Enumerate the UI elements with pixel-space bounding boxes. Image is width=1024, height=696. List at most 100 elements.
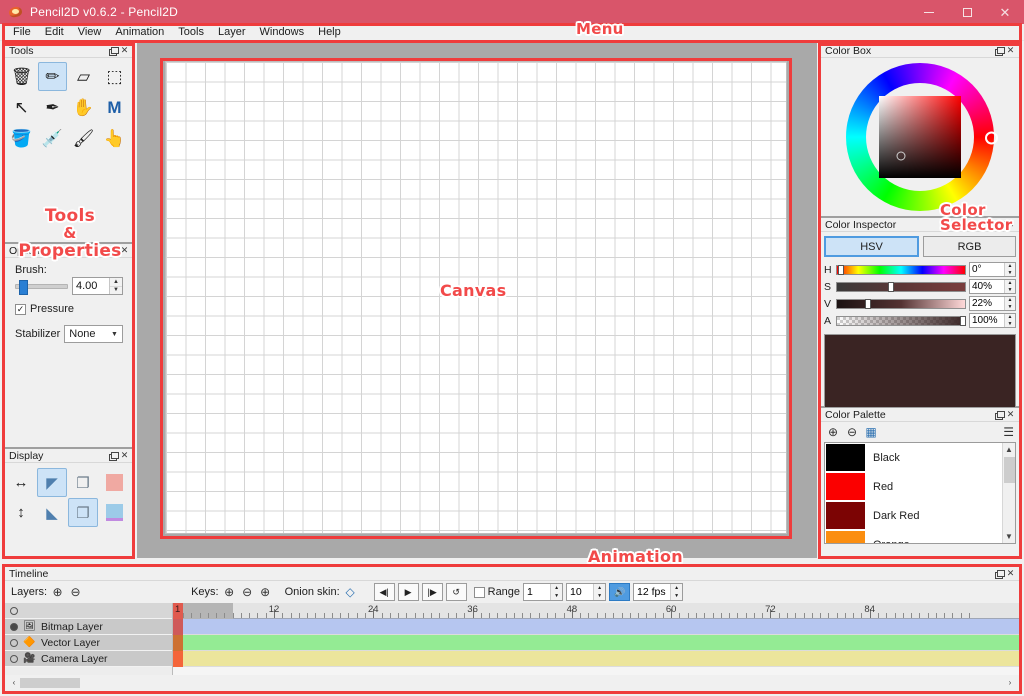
palette-scrollbar[interactable]: ▲ ▼ [1002,443,1015,543]
tab-hsv[interactable]: HSV [824,236,919,257]
tool-hand[interactable]: ✋ [69,93,98,122]
menu-item-tools[interactable]: Tools [171,25,211,39]
tool-bucket[interactable]: 🪣 [7,124,36,153]
value-slider[interactable] [836,298,966,309]
palette-view-icon[interactable]: ▦ [864,425,878,439]
palette-menu-icon[interactable]: ☰ [1003,426,1014,438]
brush-size-up-icon[interactable]: ▲ [110,278,122,287]
display-angle-guide-alt[interactable]: ◣ [37,498,67,527]
menu-item-view[interactable]: View [71,25,109,39]
tool-pencil[interactable]: ✏ [38,62,67,91]
color-palette-list[interactable]: Black Red Dark Red Orange ▲ ▼ [824,442,1016,544]
tool-pen[interactable]: ✒ [38,93,67,122]
value-stepper[interactable]: ▲▼ [969,296,1016,311]
tool-eyedropper[interactable]: 💉 [38,124,67,153]
hue-stepper[interactable]: ▲▼ [969,262,1016,277]
hue-slider[interactable] [836,264,966,275]
tab-rgb[interactable]: RGB [923,236,1016,257]
stabilizer-select[interactable]: None ▼ [64,325,123,343]
palette-swatch-black[interactable] [826,444,865,471]
alpha-down-icon[interactable]: ▼ [1005,321,1015,328]
range-end-up-icon[interactable]: ▲ [594,584,605,592]
display-angle-guide[interactable]: ◤ [37,468,67,497]
layer-row-camera[interactable]: 🎥 Camera Layer [5,651,172,667]
range-end-down-icon[interactable]: ▼ [594,592,605,600]
tool-move[interactable]: ↖ [7,93,36,122]
chevron-down-icon[interactable]: ▼ [107,331,122,338]
scroll-down-icon[interactable]: ▼ [1005,530,1013,543]
canvas-page[interactable] [166,62,786,533]
alpha-slider[interactable] [836,315,966,326]
tools-float-icon[interactable] [107,45,119,56]
layer-row-vector[interactable]: 🔶 Vector Layer [5,635,172,651]
timeline-float-icon[interactable] [993,568,1005,579]
range-start-up-icon[interactable]: ▲ [551,584,562,592]
remove-layer-icon[interactable]: ⊖ [68,585,83,600]
display-float-icon[interactable] [107,450,119,461]
tool-polyline[interactable]: M [100,93,129,122]
next-frame-button[interactable]: |▶ [421,583,443,601]
close-button[interactable]: ✕ [986,0,1024,24]
palette-swatch-orange[interactable] [826,531,865,543]
keyframe-bitmap[interactable] [173,619,183,635]
value-input[interactable] [970,297,1004,310]
visibility-toggle-icon[interactable] [10,654,18,663]
playhead[interactable]: 1 [173,603,183,619]
display-flip-vertical[interactable]: ↕ [6,498,36,527]
color-inspector-float-icon[interactable] [993,219,1005,230]
color-inspector-close-icon[interactable]: ✕ [1005,219,1016,230]
palette-item-orange[interactable]: Orange [825,530,1015,543]
brush-size-arrows[interactable]: ▲ ▼ [109,278,122,294]
display-overlay-pink[interactable] [99,468,129,497]
timeline-ruler[interactable]: 1 12 24 36 48 60 72 84 [173,603,1019,619]
hscroll-thumb[interactable] [20,677,80,688]
visibility-toggle-icon[interactable] [10,606,18,615]
saturation-stepper[interactable]: ▲▼ [969,279,1016,294]
hue-input[interactable] [970,263,1004,276]
brush-size-stepper[interactable]: ▲▼ [72,277,123,295]
tool-select[interactable]: ⬚ [100,62,129,91]
pressure-row[interactable]: ✓ Pressure [9,297,129,317]
layer-row-empty[interactable] [5,603,172,619]
timeline-hscrollbar[interactable]: ‹ › [5,675,1019,690]
fps-input[interactable] [634,584,671,600]
color-palette-float-icon[interactable] [993,409,1005,420]
hscroll-left-icon[interactable]: ‹ [8,678,20,687]
display-perspective-2pt[interactable]: ❐ [68,498,98,527]
scroll-up-icon[interactable]: ▲ [1005,443,1013,456]
display-perspective-1pt[interactable]: ❐ [68,468,98,497]
palette-scroll-thumb[interactable] [1003,457,1015,483]
brush-slider-handle[interactable] [19,279,29,295]
range-start-stepper[interactable]: ▲▼ [523,583,564,601]
timeline-tracks[interactable]: 1 12 24 36 48 60 72 84 [173,603,1019,675]
palette-item-red[interactable]: Red [825,472,1015,501]
color-box-close-icon[interactable]: ✕ [1005,45,1016,56]
palette-item-dark-red[interactable]: Dark Red [825,501,1015,530]
hue-down-icon[interactable]: ▼ [1005,270,1015,277]
visibility-toggle-icon[interactable] [10,622,18,631]
sound-toggle-button[interactable]: 🔊 [609,583,631,601]
options-float-icon[interactable] [107,245,119,256]
tool-brush[interactable]: 🖌 [69,124,98,153]
value-down-icon[interactable]: ▼ [1005,304,1015,311]
canvas-area[interactable] [137,43,817,558]
menu-item-file[interactable]: File [6,25,38,39]
color-palette-close-icon[interactable]: ✕ [1005,409,1016,420]
sv-cursor-icon[interactable] [896,151,906,161]
maximize-button[interactable] [948,0,986,24]
menu-item-edit[interactable]: Edit [38,25,71,39]
tool-smudge[interactable]: 👆 [100,124,129,153]
display-close-icon[interactable]: ✕ [119,450,130,461]
loop-button[interactable]: ↺ [445,583,467,601]
onion-skin-icon[interactable]: ◇ [343,585,358,600]
saturation-input[interactable] [970,280,1004,293]
alpha-stepper[interactable]: ▲▼ [969,313,1016,328]
range-start-input[interactable] [524,584,551,600]
range-end-input[interactable] [567,584,594,600]
track-vector[interactable] [173,635,1019,651]
track-bitmap[interactable] [173,619,1019,635]
add-key-icon[interactable]: ⊕ [222,585,237,600]
timeline-close-icon[interactable]: ✕ [1005,568,1016,579]
range-checkbox[interactable] [473,586,485,598]
display-flip-horizontal[interactable]: ↔ [6,468,36,497]
